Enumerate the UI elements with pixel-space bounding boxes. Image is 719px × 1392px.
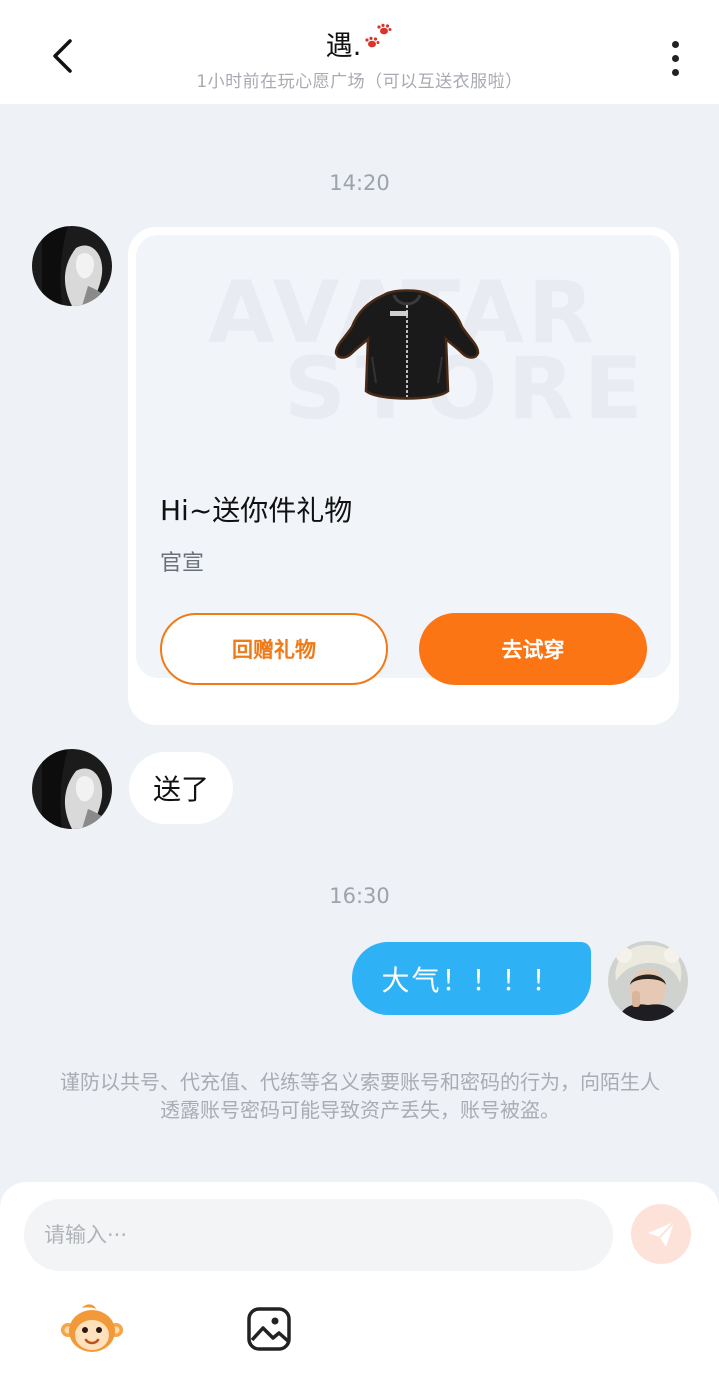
return-gift-button[interactable]: 回赠礼物 bbox=[160, 613, 388, 685]
outgoing-message-bubble[interactable]: 大气！！！！ bbox=[352, 942, 591, 1015]
hoodie-icon bbox=[334, 289, 480, 400]
contact-avatar[interactable] bbox=[32, 226, 112, 306]
send-button[interactable] bbox=[631, 1204, 691, 1264]
image-icon bbox=[247, 1307, 291, 1351]
contact-name: 遇. bbox=[325, 31, 362, 62]
emoji-button[interactable] bbox=[60, 1304, 124, 1354]
contact-avatar[interactable] bbox=[32, 749, 112, 829]
gift-message-card[interactable]: AVATAR STORE Hi~送你件礼物 官宣 回赠礼物 去试穿 bbox=[128, 227, 679, 725]
paper-plane-icon bbox=[648, 1221, 675, 1247]
paw-prints-icon bbox=[365, 23, 392, 47]
avatar-photo bbox=[608, 941, 688, 1021]
composer-panel bbox=[0, 1182, 719, 1392]
incoming-message-bubble[interactable]: 送了 bbox=[129, 752, 234, 824]
chat-header: 遇. 1小时前在玩心愿广场（可以互送衣服啦） bbox=[0, 0, 719, 104]
message-timestamp: 16:30 bbox=[329, 884, 390, 908]
self-avatar[interactable] bbox=[608, 941, 688, 1021]
image-picker-button[interactable] bbox=[246, 1306, 292, 1352]
status-subtitle: 1小时前在玩心愿广场（可以互送衣服啦） bbox=[196, 72, 523, 92]
more-options-button[interactable] bbox=[660, 36, 690, 80]
security-notice: 谨防以共号、代充值、代练等名义索要账号和密码的行为，向陌生人透露账号密码可能导致… bbox=[60, 1070, 660, 1122]
more-vertical-icon bbox=[671, 40, 679, 48]
try-on-button[interactable]: 去试穿 bbox=[419, 613, 647, 685]
gift-preview-image: AVATAR STORE bbox=[136, 235, 671, 678]
chat-title-block: 遇. 1小时前在玩心愿广场（可以互送衣服啦） bbox=[0, 23, 719, 92]
message-timestamp: 14:20 bbox=[329, 171, 390, 195]
avatar-photo bbox=[32, 749, 112, 829]
avatar-photo bbox=[32, 226, 112, 306]
monkey-emoji-icon bbox=[61, 1304, 123, 1352]
message-input[interactable] bbox=[24, 1199, 613, 1271]
gift-card-title: Hi~送你件礼物 bbox=[160, 494, 353, 527]
gift-card-subtitle: 官宣 bbox=[160, 551, 205, 576]
